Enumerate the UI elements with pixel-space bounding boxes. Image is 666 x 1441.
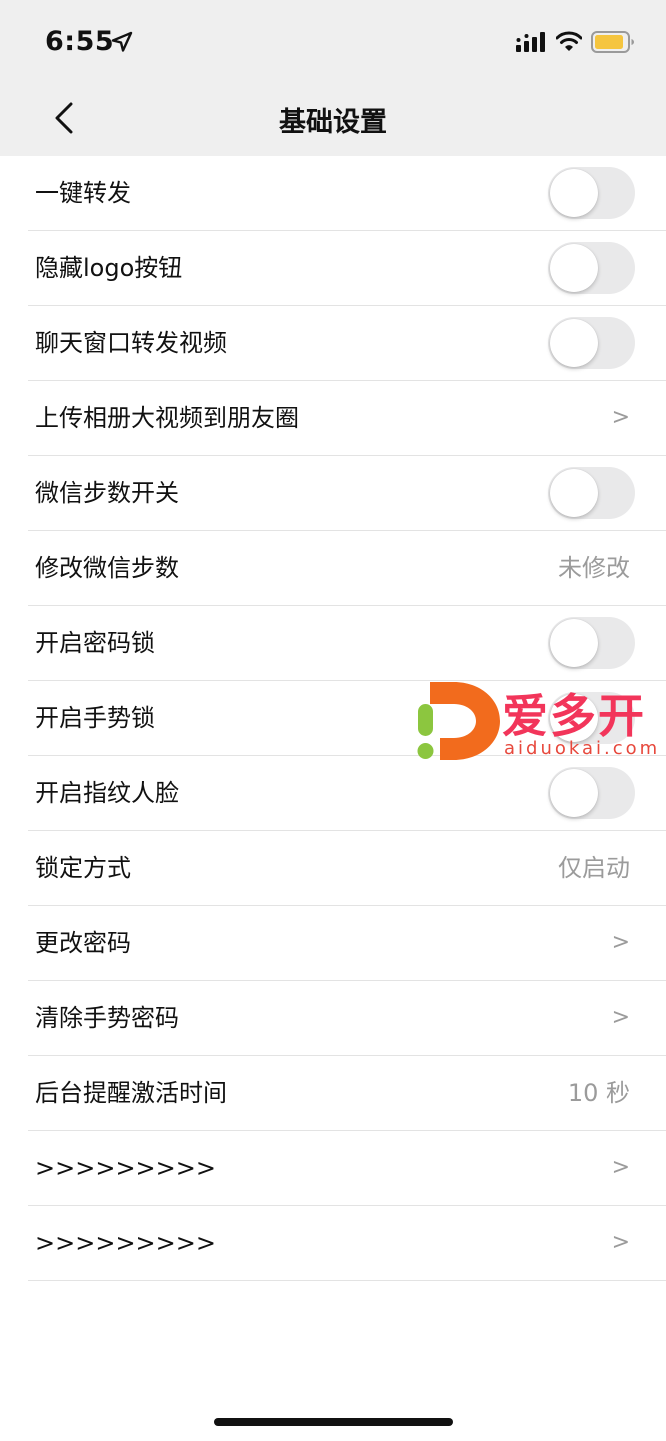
toggle-knob	[550, 319, 598, 367]
settings-row[interactable]: 微信步数开关	[28, 456, 666, 531]
settings-row-label: 开启指纹人脸	[35, 779, 179, 807]
settings-row-label: 一键转发	[35, 179, 131, 207]
toggle-switch[interactable]	[548, 617, 635, 669]
status-bar: 6:55	[0, 0, 666, 86]
toggle-knob	[550, 469, 598, 517]
settings-row-label: >>>>>>>>>	[35, 1229, 216, 1257]
toggle-switch[interactable]	[548, 467, 635, 519]
settings-row[interactable]: 隐藏logo按钮	[28, 231, 666, 306]
settings-row[interactable]: 清除手势密码 >	[28, 981, 666, 1056]
settings-row-label: 锁定方式	[35, 854, 131, 882]
chevron-right-icon: >	[611, 405, 630, 430]
settings-row-label: 开启密码锁	[35, 629, 155, 657]
header-background: 6:55 基础设置	[0, 0, 666, 156]
settings-row[interactable]: >>>>>>>>> >	[28, 1131, 666, 1206]
settings-row-label: 修改微信步数	[35, 554, 179, 582]
toggle-switch[interactable]	[548, 317, 635, 369]
chevron-right-icon: >	[611, 930, 630, 955]
toggle-switch[interactable]	[548, 767, 635, 819]
cellular-signal-icon	[515, 31, 547, 57]
wifi-icon	[555, 30, 583, 56]
location-arrow-icon	[111, 31, 133, 57]
settings-row[interactable]: >>>>>>>>> >	[28, 1206, 666, 1281]
settings-row-label: 开启手势锁	[35, 704, 155, 732]
settings-row-label: 微信步数开关	[35, 479, 179, 507]
toggle-switch[interactable]	[548, 692, 635, 744]
settings-row-label: 清除手势密码	[35, 1004, 179, 1032]
navigation-bar: 基础设置	[0, 86, 666, 156]
settings-row-value: 仅启动	[558, 854, 630, 882]
home-indicator	[214, 1418, 453, 1426]
toggle-knob	[550, 694, 598, 742]
toggle-knob	[550, 769, 598, 817]
settings-row-label: 聊天窗口转发视频	[35, 329, 227, 357]
settings-row-value: 10 秒	[567, 1079, 630, 1107]
toggle-knob	[550, 619, 598, 667]
settings-row[interactable]: 聊天窗口转发视频	[28, 306, 666, 381]
settings-row[interactable]: 更改密码 >	[28, 906, 666, 981]
settings-row[interactable]: 修改微信步数 未修改	[28, 531, 666, 606]
settings-row-label: 隐藏logo按钮	[35, 254, 183, 282]
settings-row-label: 上传相册大视频到朋友圈	[35, 404, 299, 432]
settings-row-value: 未修改	[558, 554, 630, 582]
chevron-right-icon: >	[611, 1005, 630, 1030]
settings-row[interactable]: 后台提醒激活时间 10 秒	[28, 1056, 666, 1131]
status-time: 6:55	[45, 26, 115, 57]
toggle-switch[interactable]	[548, 167, 635, 219]
settings-row[interactable]: 一键转发	[28, 156, 666, 231]
settings-row[interactable]: 锁定方式 仅启动	[28, 831, 666, 906]
toggle-knob	[550, 244, 598, 292]
settings-list: 一键转发 隐藏logo按钮 聊天窗口转发视频 上传相册大视频到朋友圈 > 微信步数开关 修改…	[0, 156, 666, 1281]
settings-row[interactable]: 开启指纹人脸	[28, 756, 666, 831]
battery-icon	[591, 31, 635, 57]
settings-row[interactable]: 开启密码锁	[28, 606, 666, 681]
settings-row[interactable]: 开启手势锁	[28, 681, 666, 756]
chevron-right-icon: >	[611, 1230, 630, 1255]
page-title: 基础设置	[279, 107, 387, 138]
chevron-right-icon: >	[611, 1155, 630, 1180]
toggle-switch[interactable]	[548, 242, 635, 294]
settings-row[interactable]: 上传相册大视频到朋友圈 >	[28, 381, 666, 456]
settings-row-label: 后台提醒激活时间	[35, 1079, 227, 1107]
settings-row-label: 更改密码	[35, 929, 131, 957]
toggle-knob	[550, 169, 598, 217]
settings-row-label: >>>>>>>>>	[35, 1154, 216, 1182]
